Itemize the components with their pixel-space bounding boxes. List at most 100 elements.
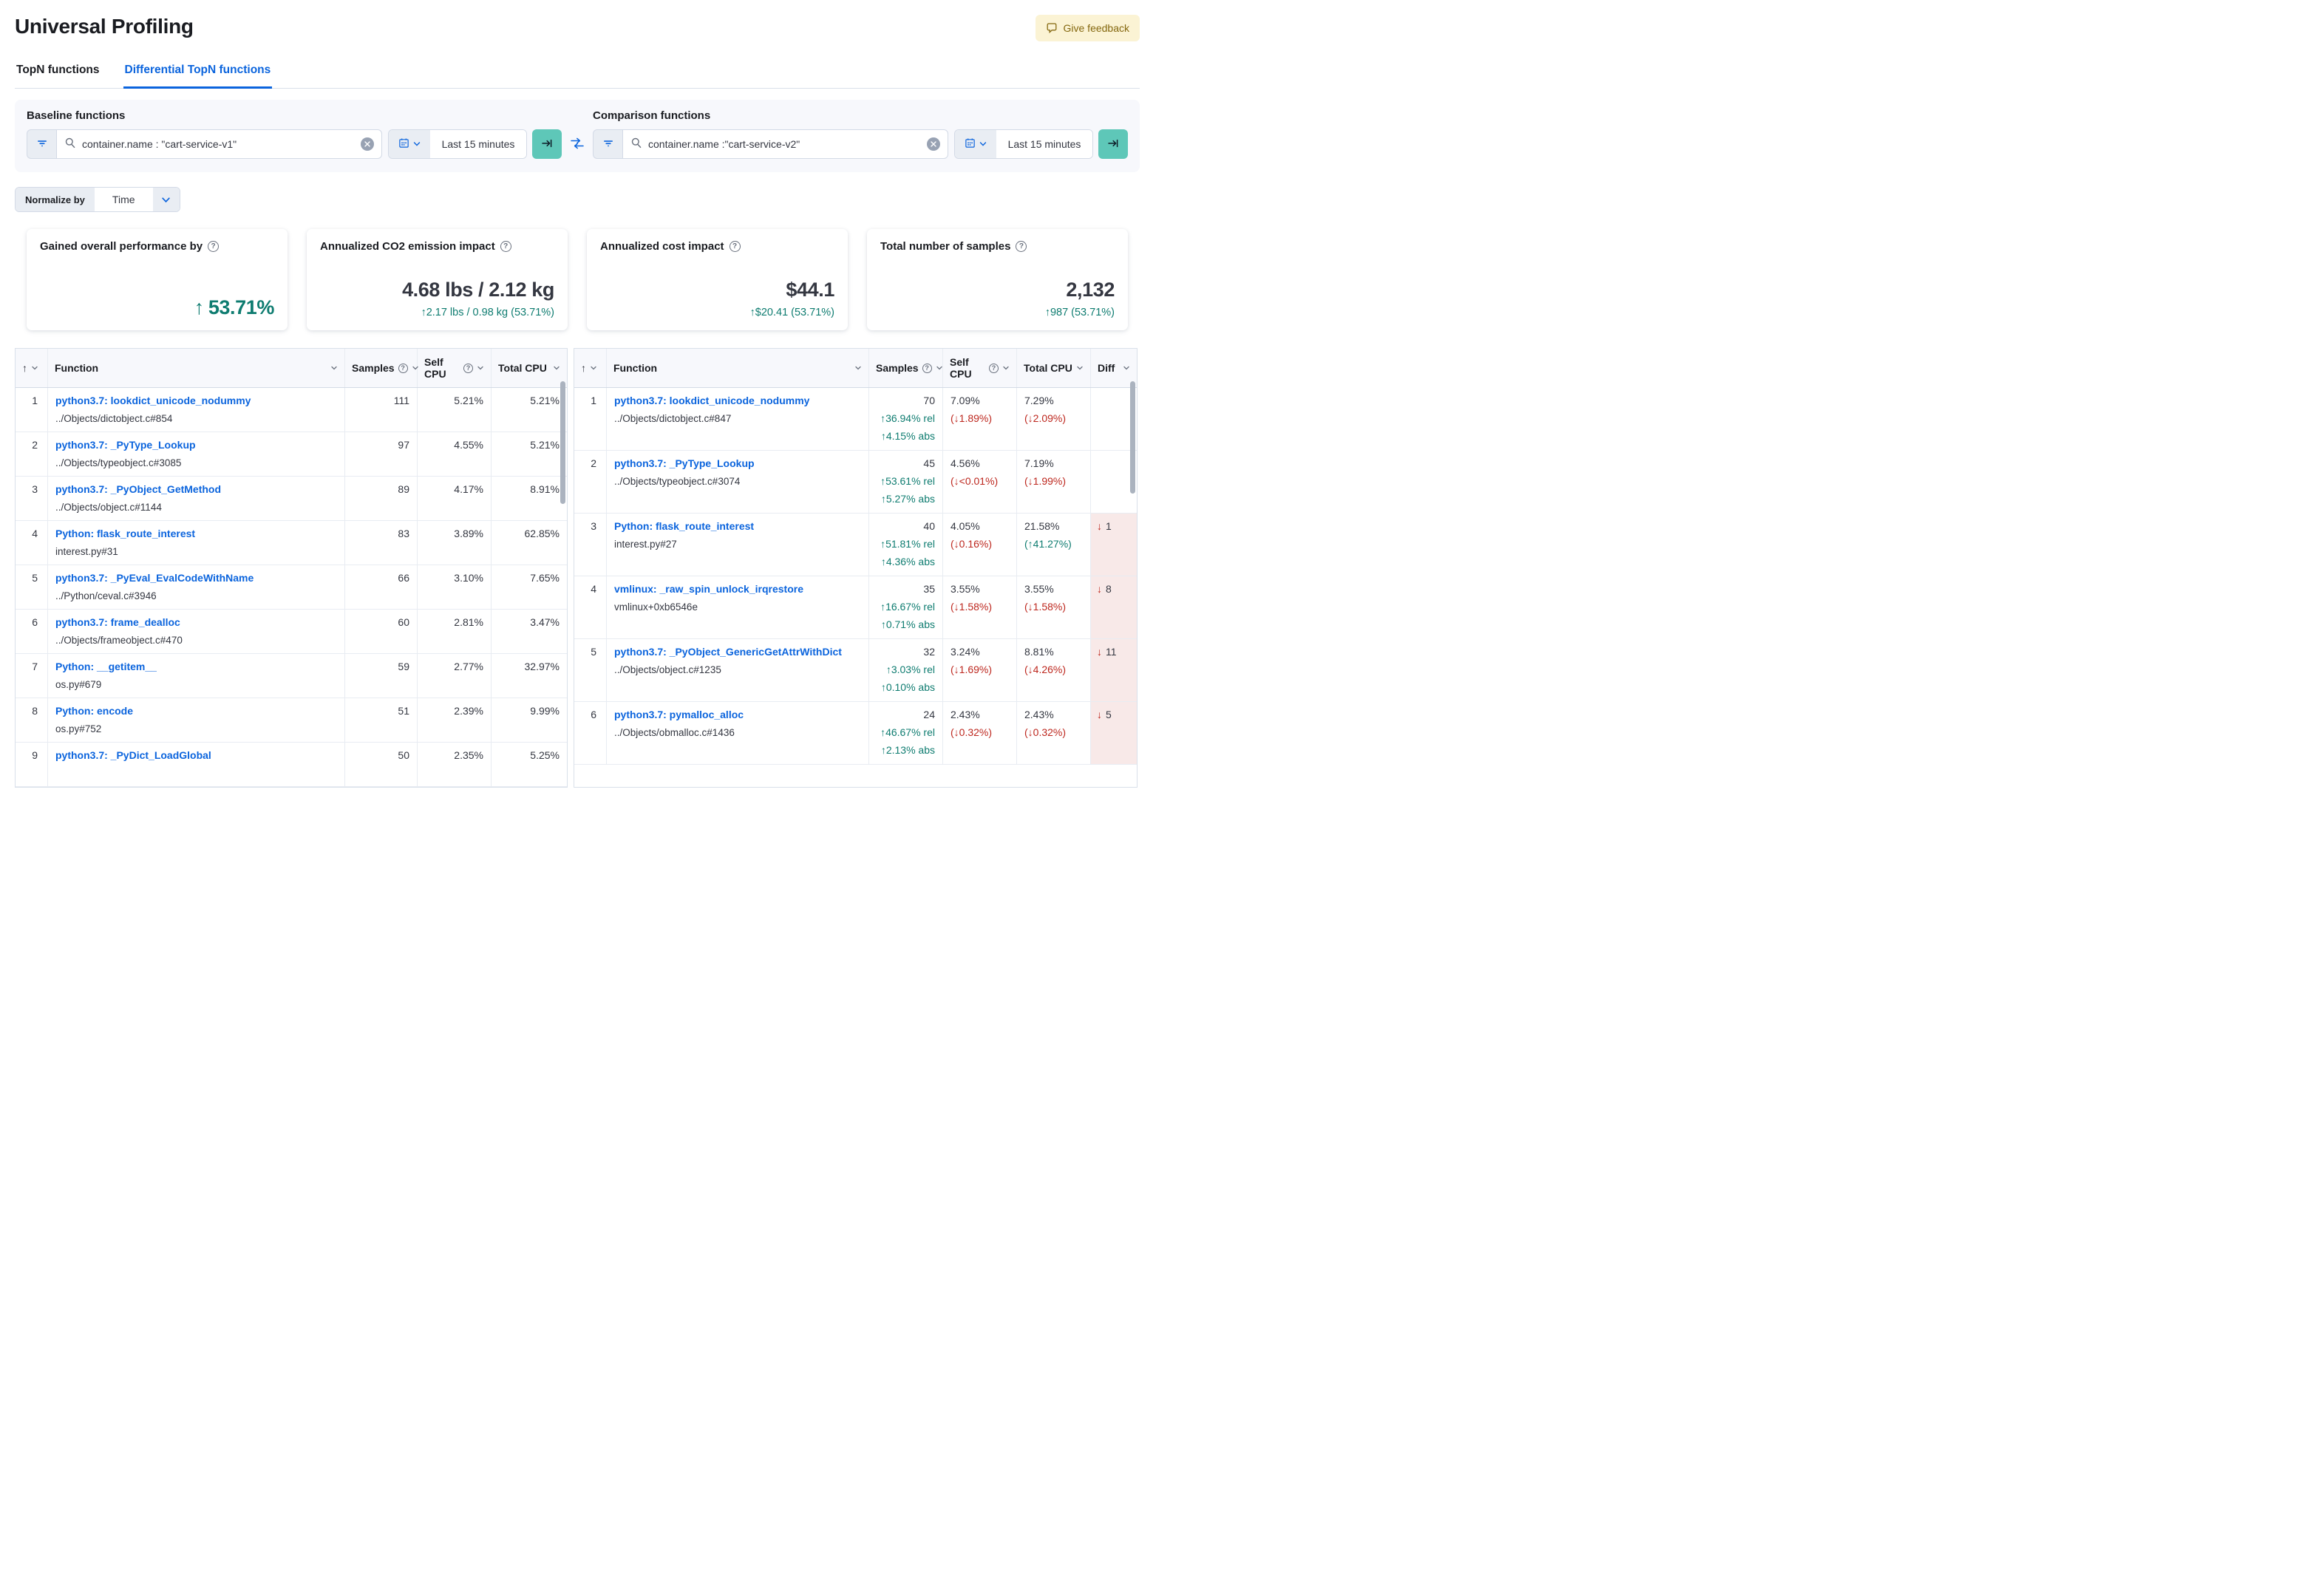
function-cell: python3.7: _PyDict_LoadGlobal — [48, 743, 345, 786]
comparison-table-scrollbar[interactable] — [1130, 381, 1135, 494]
rank-cell: 4 — [574, 576, 607, 638]
rank-sort-header[interactable]: ↑ — [16, 349, 48, 387]
help-icon[interactable]: ? — [500, 241, 511, 252]
rank-sort-header[interactable]: ↑ — [574, 349, 607, 387]
up-arrow-icon: ↑ — [194, 296, 205, 318]
total-cpu-column-header[interactable]: Total CPU — [492, 349, 567, 387]
comparison-datepicker: Last 15 minutes — [954, 129, 1093, 159]
function-link[interactable]: Python: encode — [55, 705, 337, 717]
rank-cell: 3 — [16, 477, 48, 520]
baseline-time-range[interactable]: Last 15 minutes — [430, 130, 526, 158]
function-source: vmlinux+0xb6546e — [614, 601, 698, 613]
table-row: 6 python3.7: frame_dealloc ../Objects/fr… — [16, 610, 567, 654]
function-link[interactable]: vmlinux: _raw_spin_unlock_irqrestore — [614, 583, 861, 595]
baseline-datepicker: Last 15 minutes — [388, 129, 527, 159]
normalize-by-select[interactable]: Time — [94, 188, 153, 211]
rank-cell: 3 — [574, 514, 607, 576]
baseline-search-input[interactable] — [82, 138, 355, 150]
function-link[interactable]: python3.7: lookdict_unicode_nodummy — [614, 395, 861, 406]
samples-cell: 50 — [345, 743, 418, 786]
chevron-down-icon — [553, 364, 560, 372]
samples-relative-change: ↑16.67% rel — [880, 601, 935, 613]
function-link[interactable]: python3.7: _PyType_Lookup — [614, 457, 861, 469]
function-link[interactable]: Python: flask_route_interest — [614, 520, 861, 532]
card-performance-gain: Gained overall performance by ? ↑ 53.71% — [27, 229, 288, 330]
swap-queries-icon[interactable] — [570, 135, 585, 153]
comparison-functions-table: ↑ Function Samples? Self CPU? Total CPU … — [574, 348, 1138, 788]
self-cpu-column-header[interactable]: Self CPU? — [418, 349, 492, 387]
card-value: 2,132 — [1066, 279, 1115, 301]
samples-column-header[interactable]: Samples? — [345, 349, 418, 387]
total-cpu-change: (↓1.99%) — [1024, 475, 1067, 487]
comparison-filter-button[interactable] — [593, 129, 622, 159]
baseline-clear-icon[interactable] — [361, 137, 374, 151]
tab-differential-topn-functions[interactable]: Differential TopN functions — [123, 61, 273, 89]
comparison-calendar-button[interactable] — [955, 130, 996, 158]
diff-column-header[interactable]: Diff — [1091, 349, 1137, 387]
card-co2-impact: Annualized CO2 emission impact ? 4.68 lb… — [307, 229, 568, 330]
help-icon: ? — [989, 363, 999, 373]
function-link[interactable]: python3.7: frame_dealloc — [55, 616, 337, 628]
function-link[interactable]: Python: flask_route_interest — [55, 528, 337, 539]
samples-value: 40 — [923, 520, 935, 532]
rank-cell: 4 — [16, 521, 48, 565]
baseline-table-scrollbar[interactable] — [560, 381, 565, 504]
calendar-icon — [398, 137, 409, 151]
diff-cell: ↓ 8 — [1091, 576, 1137, 638]
swap-column — [562, 109, 593, 159]
function-column-header[interactable]: Function — [48, 349, 345, 387]
help-icon[interactable]: ? — [729, 241, 741, 252]
tab-topn-functions[interactable]: TopN functions — [15, 61, 101, 89]
give-feedback-button[interactable]: Give feedback — [1035, 15, 1140, 41]
total-cpu-column-header[interactable]: Total CPU — [1017, 349, 1091, 387]
function-cell: python3.7: _PyType_Lookup ../Objects/typ… — [607, 451, 869, 513]
help-icon[interactable]: ? — [208, 241, 220, 252]
function-link[interactable]: python3.7: _PyEval_EvalCodeWithName — [55, 572, 337, 584]
samples-absolute-change: ↑2.13% abs — [880, 744, 935, 756]
self-cpu-cell: 3.10% — [418, 565, 492, 609]
total-cpu-value: 21.58% — [1024, 520, 1060, 532]
self-cpu-cell: 2.81% — [418, 610, 492, 653]
function-link[interactable]: python3.7: _PyObject_GenericGetAttrWithD… — [614, 646, 861, 658]
self-cpu-value: 2.43% — [951, 709, 980, 720]
function-source: ../Objects/dictobject.c#847 — [614, 413, 732, 424]
baseline-filter-button[interactable] — [27, 129, 56, 159]
samples-column-header[interactable]: Samples? — [869, 349, 943, 387]
comparison-clear-icon[interactable] — [927, 137, 940, 151]
function-link[interactable]: python3.7: _PyType_Lookup — [55, 439, 337, 451]
function-link[interactable]: python3.7: _PyDict_LoadGlobal — [55, 749, 337, 761]
self-cpu-column-header[interactable]: Self CPU? — [943, 349, 1017, 387]
chevron-down-icon[interactable] — [152, 188, 180, 211]
rank-cell: 5 — [16, 565, 48, 609]
tables-section: ↑ Function Samples? Self CPU? Total CPU … — [15, 348, 1140, 788]
function-column-header[interactable]: Function — [607, 349, 869, 387]
samples-value: 70 — [923, 395, 935, 406]
help-icon[interactable]: ? — [1016, 241, 1027, 252]
function-source: ../Objects/typeobject.c#3074 — [614, 476, 741, 487]
total-cpu-cell: 3.55% (↓1.58%) — [1017, 576, 1091, 638]
comparison-search-input[interactable] — [648, 138, 921, 150]
samples-cell: 70 ↑36.94% rel ↑4.15% abs — [869, 388, 943, 450]
card-title: Gained overall performance by — [40, 240, 203, 253]
samples-cell: 66 — [345, 565, 418, 609]
total-cpu-value: 2.43% — [1024, 709, 1054, 720]
samples-relative-change: ↑53.61% rel — [880, 475, 935, 487]
down-arrow-icon: ↓ — [1097, 520, 1102, 532]
comparison-apply-button[interactable] — [1098, 129, 1128, 159]
tab-bar: TopN functions Differential TopN functio… — [15, 61, 1140, 89]
comparison-time-range[interactable]: Last 15 minutes — [996, 130, 1092, 158]
function-link[interactable]: python3.7: lookdict_unicode_nodummy — [55, 395, 337, 406]
baseline-apply-button[interactable] — [532, 129, 562, 159]
help-icon: ? — [922, 363, 932, 373]
function-source: os.py#679 — [55, 679, 102, 690]
self-cpu-value: 4.05% — [951, 520, 980, 532]
function-link[interactable]: python3.7: _PyObject_GetMethod — [55, 483, 337, 495]
comparison-table-body: 1 python3.7: lookdict_unicode_nodummy ..… — [574, 388, 1137, 765]
function-link[interactable]: python3.7: pymalloc_alloc — [614, 709, 861, 720]
samples-value: 24 — [923, 709, 935, 720]
function-source: ../Python/ceval.c#3946 — [55, 590, 157, 601]
card-value: ↑ 53.71% — [194, 296, 275, 318]
total-cpu-cell: 9.99% — [530, 705, 560, 717]
function-link[interactable]: Python: __getitem__ — [55, 661, 337, 672]
baseline-calendar-button[interactable] — [389, 130, 430, 158]
